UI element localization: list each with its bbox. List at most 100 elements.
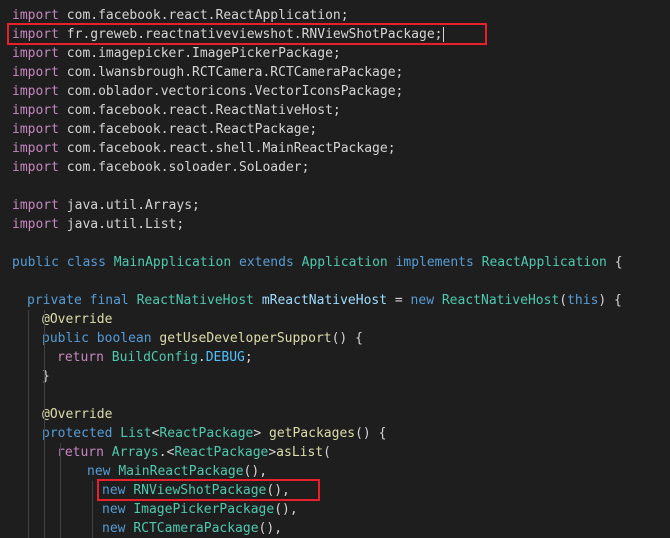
- code-line[interactable]: import fr.greweb.reactnativeviewshot.RNV…: [12, 25, 445, 44]
- code-line[interactable]: @Override: [42, 405, 112, 424]
- code-token: =: [387, 293, 411, 308]
- code-token: import: [12, 65, 59, 80]
- code-token: import: [12, 198, 59, 213]
- code-token: ReactApplication: [481, 255, 607, 270]
- code-token: new: [102, 502, 126, 517]
- code-token: import: [12, 84, 59, 99]
- code-line[interactable]: import com.imagepicker.ImagePickerPackag…: [12, 44, 341, 63]
- code-line[interactable]: import com.facebook.react.ReactNativeHos…: [12, 101, 341, 120]
- code-token: final: [89, 293, 129, 308]
- code-line[interactable]: import com.facebook.soloader.SoLoader;: [12, 158, 309, 177]
- code-token: @Override: [42, 312, 113, 327]
- code-line[interactable]: import java.util.List;: [12, 215, 184, 234]
- code-token: (),: [266, 483, 290, 498]
- indent-guide: [44, 310, 45, 538]
- code-token: import: [12, 122, 59, 137]
- code-token: return: [57, 445, 104, 460]
- code-token: com.imagepicker.ImagePickerPackage;: [58, 46, 341, 61]
- code-token: (),: [274, 502, 298, 517]
- code-token: .: [197, 350, 206, 365]
- code-token: java.util.List;: [58, 217, 185, 232]
- code-token: com.lwansbrough.RCTCamera.RCTCameraPacka…: [58, 65, 404, 80]
- code-token: asList: [276, 445, 324, 460]
- code-token: com.facebook.soloader.SoLoader;: [58, 160, 310, 175]
- code-line[interactable]: import com.facebook.react.shell.MainReac…: [12, 139, 396, 158]
- code-token: ReactPackage: [174, 445, 269, 460]
- code-token: com.oblador.vectoricons.VectorIconsPacka…: [58, 84, 404, 99]
- code-line[interactable]: public boolean getUseDeveloperSupport() …: [42, 329, 363, 348]
- code-line[interactable]: new ImagePickerPackage(),: [102, 500, 298, 519]
- indent-guide: [60, 443, 61, 538]
- code-editor[interactable]: import com.facebook.react.ReactApplicati…: [0, 0, 670, 538]
- code-line[interactable]: public class MainApplication extends App…: [12, 253, 623, 272]
- code-token: return: [57, 350, 104, 365]
- code-token: >: [268, 445, 277, 460]
- code-token: Arrays: [111, 445, 159, 460]
- code-token: import: [12, 103, 59, 118]
- code-token: {: [606, 255, 623, 270]
- indent-guide: [28, 310, 29, 538]
- code-token: BuildConfig: [111, 350, 198, 365]
- code-token: DEBUG: [205, 350, 245, 365]
- code-token: public: [42, 331, 89, 346]
- code-token: ReactNativeHost: [136, 293, 254, 308]
- code-token: implements: [395, 255, 474, 270]
- code-token: new: [410, 293, 435, 308]
- code-token: new: [87, 464, 111, 479]
- code-line[interactable]: new MainReactPackage(),: [87, 462, 267, 481]
- code-line[interactable]: return Arrays.<ReactPackage>asList(: [57, 443, 331, 462]
- code-line[interactable]: private final ReactNativeHost mReactNati…: [27, 291, 622, 310]
- code-token: getUseDeveloperSupport: [159, 331, 332, 346]
- code-token: public: [12, 255, 59, 270]
- code-line[interactable]: return BuildConfig.DEBUG;: [57, 348, 253, 367]
- code-token: java.util.Arrays;: [58, 198, 200, 213]
- code-token: (: [323, 445, 331, 460]
- code-token: (),: [243, 464, 268, 479]
- code-token: import: [12, 217, 59, 232]
- code-line[interactable]: import java.util.Arrays;: [12, 196, 200, 215]
- code-token: extends: [239, 255, 294, 270]
- code-token: fr.greweb.reactnativeviewshot.RNViewShot…: [58, 27, 443, 42]
- code-token: >: [253, 426, 269, 441]
- code-line[interactable]: @Override: [42, 310, 112, 329]
- code-token: import: [12, 160, 59, 175]
- code-token: MainApplication: [113, 255, 232, 270]
- code-token: ReactNativeHost: [441, 293, 560, 308]
- code-token: ImagePickerPackage: [133, 502, 275, 517]
- code-token: getPackages: [269, 426, 356, 441]
- code-line[interactable]: import com.facebook.react.ReactApplicati…: [12, 6, 349, 25]
- code-token: import: [12, 141, 59, 156]
- code-token: this: [567, 293, 599, 308]
- code-token: Application: [301, 255, 388, 270]
- code-token: com.facebook.react.ReactNativeHost;: [58, 103, 341, 118]
- code-token: (: [559, 293, 568, 308]
- code-line[interactable]: import com.lwansbrough.RCTCamera.RCTCame…: [12, 63, 403, 82]
- code-line[interactable]: protected List<ReactPackage> getPackages…: [42, 424, 386, 443]
- code-token: ReactPackage: [159, 426, 254, 441]
- code-token: import: [12, 8, 59, 23]
- code-token: () {: [331, 331, 363, 346]
- code-token: () {: [355, 426, 387, 441]
- code-line[interactable]: import com.oblador.vectoricons.VectorIco…: [12, 82, 403, 101]
- code-token: mReactNativeHost: [261, 293, 388, 308]
- code-token: com.facebook.react.ReactPackage;: [58, 122, 318, 137]
- code-token: List: [120, 426, 152, 441]
- code-token: com.facebook.react.ReactApplication;: [58, 8, 349, 23]
- code-token: ;: [244, 350, 253, 365]
- code-line[interactable]: new RNViewShotPackage(),: [102, 481, 290, 500]
- code-line[interactable]: import com.facebook.react.ReactPackage;: [12, 120, 317, 139]
- text-cursor: [443, 27, 445, 42]
- code-token: new: [102, 483, 126, 498]
